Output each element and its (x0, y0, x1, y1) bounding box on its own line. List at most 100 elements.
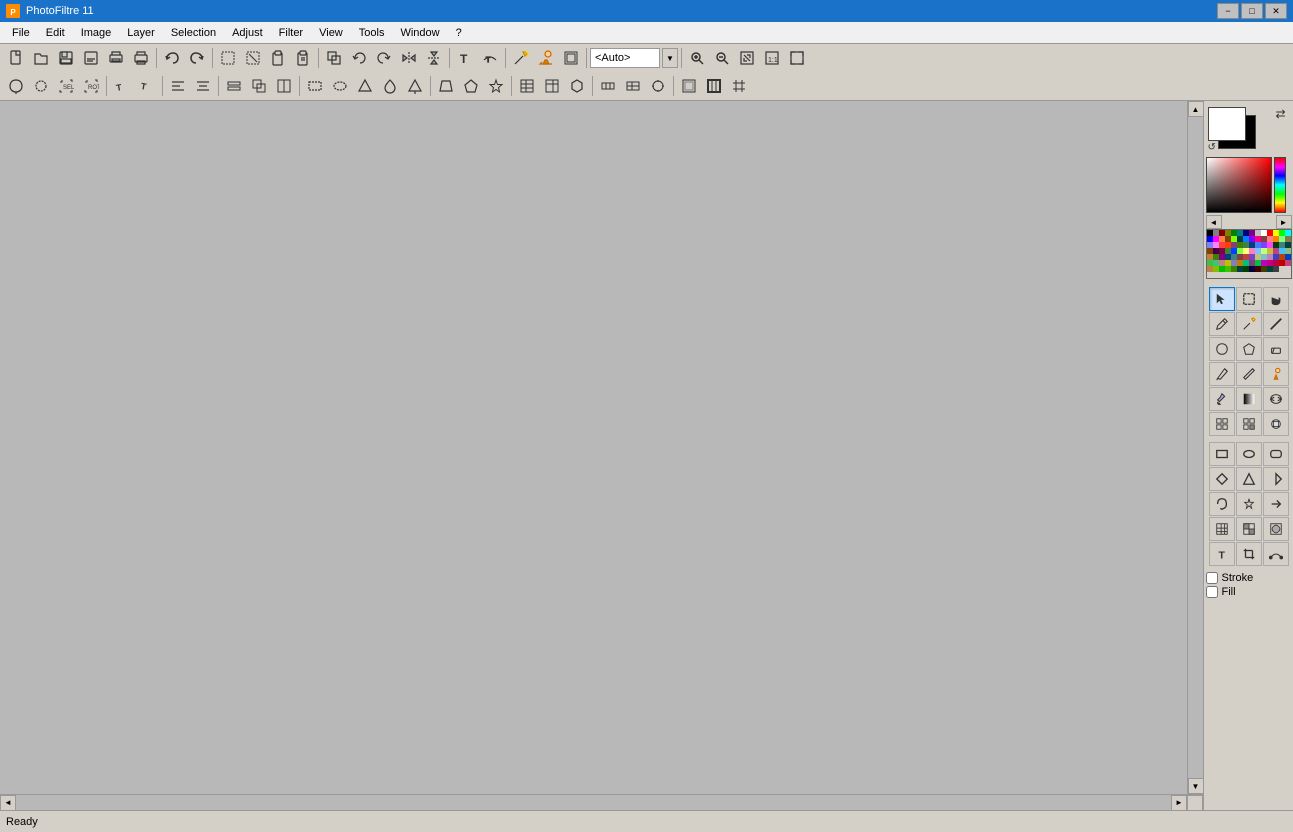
lasso2-button[interactable] (29, 75, 53, 97)
line-tool[interactable] (1263, 312, 1289, 336)
menu-view[interactable]: View (311, 22, 351, 43)
table-button[interactable] (515, 75, 539, 97)
menu-layer[interactable]: Layer (119, 22, 163, 43)
warp-shape[interactable] (1263, 542, 1289, 566)
menu-edit[interactable]: Edit (38, 22, 73, 43)
star-shape[interactable] (1236, 492, 1262, 516)
foreground-color[interactable] (1208, 107, 1246, 141)
hexagon-button[interactable] (565, 75, 589, 97)
vertical-scrollbar[interactable]: ▲ ▼ (1187, 101, 1203, 794)
crop-shape[interactable] (1236, 542, 1262, 566)
select-none-button[interactable] (241, 47, 265, 69)
menu-image[interactable]: Image (73, 22, 120, 43)
arrow-shape[interactable] (1263, 492, 1289, 516)
resize-button[interactable] (322, 47, 346, 69)
ellipse-select-button[interactable] (328, 75, 352, 97)
text-right-button[interactable]: T (135, 75, 159, 97)
flatten-button[interactable] (222, 75, 246, 97)
default-colors-button[interactable]: ↺ (1208, 142, 1216, 153)
paint-bucket-tool[interactable] (1209, 387, 1235, 411)
vscroll-track[interactable] (1188, 117, 1204, 778)
stamp-button[interactable] (534, 47, 558, 69)
menu-help[interactable]: ? (448, 22, 470, 43)
palette-next[interactable]: ► (1276, 215, 1292, 229)
hand-tool[interactable] (1263, 287, 1289, 311)
lasso-tool[interactable] (1209, 337, 1235, 361)
rect-select-button[interactable] (303, 75, 327, 97)
vscroll-down[interactable]: ▼ (1188, 778, 1204, 794)
rotate-left-button[interactable] (347, 47, 371, 69)
color-swatch[interactable] (1273, 266, 1279, 272)
strip2-button[interactable] (621, 75, 645, 97)
select-rect-button[interactable]: SEL (54, 75, 78, 97)
rotate-right-button[interactable] (372, 47, 396, 69)
text-shape[interactable]: T (1209, 542, 1235, 566)
color-swatch[interactable] (1285, 260, 1291, 266)
hscroll-left[interactable]: ◄ (0, 795, 16, 811)
custom-shape[interactable] (1263, 517, 1289, 541)
eraser-tool[interactable] (1263, 337, 1289, 361)
hue-bar[interactable] (1274, 157, 1286, 213)
ellipse-shape[interactable] (1236, 442, 1262, 466)
calibration-button[interactable] (646, 75, 670, 97)
magic-wand-button[interactable] (509, 47, 533, 69)
rotate-select-button[interactable]: ROT (79, 75, 103, 97)
menu-window[interactable]: Window (392, 22, 447, 43)
print-button[interactable] (129, 47, 153, 69)
polygon-select-tool[interactable] (1236, 337, 1262, 361)
text-warp-button[interactable]: T (478, 47, 502, 69)
grid-shape[interactable] (1209, 517, 1235, 541)
align-center-button[interactable] (191, 75, 215, 97)
color-picker[interactable] (1206, 157, 1292, 213)
canvas-area[interactable] (0, 101, 1187, 794)
checker-shape[interactable] (1236, 517, 1262, 541)
vscroll-up[interactable]: ▲ (1188, 101, 1204, 117)
grid-button[interactable] (727, 75, 751, 97)
zoom-dropdown-arrow[interactable]: ▼ (662, 48, 678, 68)
color-gradient[interactable] (1206, 157, 1272, 213)
print-setup-button[interactable] (104, 47, 128, 69)
menu-selection[interactable]: Selection (163, 22, 224, 43)
horizontal-scrollbar[interactable]: ◄ ► (0, 794, 1203, 810)
menu-filter[interactable]: Filter (271, 22, 311, 43)
pentagon-button[interactable] (459, 75, 483, 97)
arrange-button[interactable] (247, 75, 271, 97)
magic-wand-tool[interactable] (1236, 312, 1262, 336)
menu-adjust[interactable]: Adjust (224, 22, 271, 43)
brush-tool[interactable] (1236, 412, 1262, 436)
menu-file[interactable]: File (4, 22, 38, 43)
color-replace-tool[interactable] (1263, 387, 1289, 411)
maximize-button[interactable]: □ (1241, 3, 1263, 19)
align-left-button[interactable] (166, 75, 190, 97)
zoom-out-button[interactable] (710, 47, 734, 69)
trapezoid-button[interactable] (434, 75, 458, 97)
mosaic-tool[interactable] (1209, 412, 1235, 436)
lasso-button[interactable] (4, 75, 28, 97)
merge-button[interactable] (272, 75, 296, 97)
text-left-button[interactable]: T (110, 75, 134, 97)
minimize-button[interactable]: − (1217, 3, 1239, 19)
border-button[interactable] (677, 75, 701, 97)
border2-button[interactable] (702, 75, 726, 97)
fit-window-button[interactable] (735, 47, 759, 69)
hscroll-right[interactable]: ► (1171, 795, 1187, 811)
zoom-in-button[interactable] (685, 47, 709, 69)
flip-h-button[interactable] (397, 47, 421, 69)
pen-tool[interactable] (1209, 362, 1235, 386)
rounded-rect-shape[interactable] (1263, 442, 1289, 466)
lasso-shape[interactable] (1209, 492, 1235, 516)
redo-button[interactable] (185, 47, 209, 69)
selection-tool[interactable] (1236, 287, 1262, 311)
undo-button[interactable] (160, 47, 184, 69)
save-as-button[interactable] (79, 47, 103, 69)
triangle-button[interactable] (353, 75, 377, 97)
open-button[interactable] (29, 47, 53, 69)
strip-button[interactable] (596, 75, 620, 97)
diamond-shape[interactable] (1209, 467, 1235, 491)
frame-button[interactable] (559, 47, 583, 69)
fill-checkbox[interactable] (1206, 586, 1218, 598)
text-button[interactable]: T (453, 47, 477, 69)
paste-button[interactable] (266, 47, 290, 69)
zoom-input[interactable] (590, 48, 660, 68)
palette-prev[interactable]: ◄ (1206, 215, 1222, 229)
